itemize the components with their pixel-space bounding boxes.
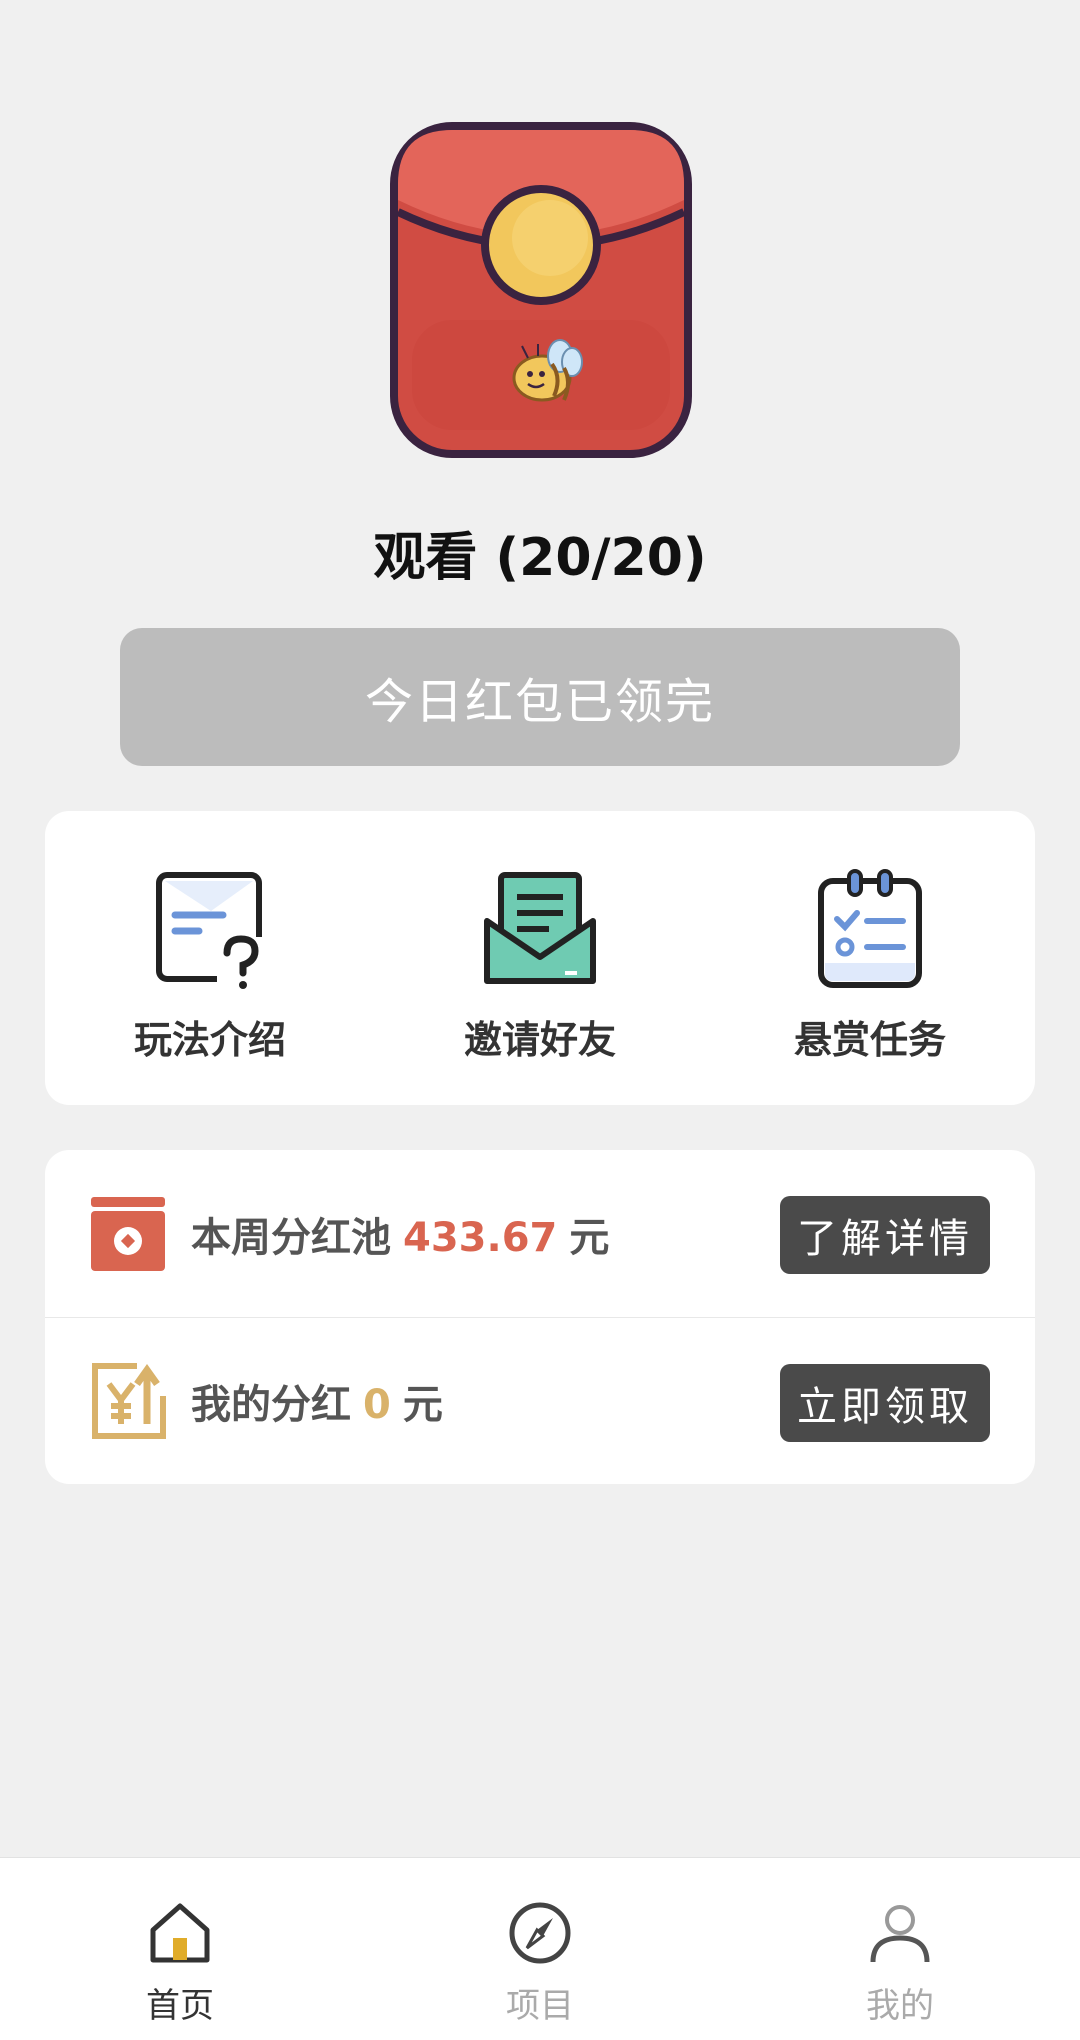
learn-more-button[interactable]: 了解详情	[780, 1196, 990, 1274]
red-envelope-bee-icon	[390, 122, 692, 458]
feature-menu: 玩法介绍 邀请好友 悬赏任务	[45, 811, 1035, 1105]
dividend-pool-row: 本周分红池 433.67 元 了解详情	[45, 1150, 1035, 1317]
claim-red-envelope-button[interactable]: 今日红包已领完	[120, 628, 960, 766]
envelope-invite-icon	[484, 872, 596, 984]
home-icon	[150, 1903, 210, 1963]
task-list-icon	[818, 869, 922, 988]
tab-home[interactable]: 首页	[0, 1858, 360, 2040]
dividend-card: 本周分红池 433.67 元 了解详情 我的分红 0 元 立即领取	[45, 1150, 1035, 1484]
menu-label-reward-tasks: 悬赏任务	[793, 1018, 946, 1062]
home-page: 观看 (20/20) 今日红包已领完 玩法介绍 邀请好友 悬赏任务 本周分红池 …	[0, 0, 1080, 2040]
tab-projects[interactable]: 项目	[360, 1858, 720, 2040]
bottom-tab-bar: 首页 项目 我的	[0, 1857, 1080, 2040]
red-box-icon	[91, 1196, 165, 1271]
my-dividend-amount: 0	[363, 1382, 391, 1428]
menu-item-how-to-play[interactable]: 玩法介绍	[45, 811, 375, 1105]
menu-label-invite-friends: 邀请好友	[463, 1018, 616, 1062]
dividend-pool-amount: 433.67	[403, 1214, 558, 1261]
compass-icon	[509, 1902, 571, 1964]
user-icon	[870, 1905, 930, 1963]
dividend-pool-text: 本周分红池 433.67 元	[191, 1205, 609, 1263]
menu-item-reward-tasks[interactable]: 悬赏任务	[705, 811, 1035, 1105]
tab-label-home: 首页	[146, 1986, 214, 2026]
watch-count-title: 观看 (20/20)	[373, 528, 707, 588]
help-doc-icon	[156, 872, 265, 989]
dividend-pool-label: 本周分红池	[191, 1214, 391, 1261]
dividend-pool-unit: 元	[569, 1214, 610, 1261]
my-dividend-unit: 元	[402, 1382, 443, 1428]
tab-label-mine: 我的	[866, 1986, 934, 2026]
tab-mine[interactable]: 我的	[720, 1858, 1080, 2040]
tab-label-projects: 项目	[506, 1986, 574, 2026]
menu-label-how-to-play: 玩法介绍	[133, 1018, 286, 1062]
menu-item-invite-friends[interactable]: 邀请好友	[375, 811, 705, 1105]
claim-now-button[interactable]: 立即领取	[780, 1364, 990, 1442]
yuan-up-icon	[92, 1363, 166, 1439]
my-dividend-label: 我的分红	[191, 1382, 351, 1428]
my-dividend-row: 我的分红 0 元 立即领取	[45, 1317, 1035, 1484]
my-dividend-text: 我的分红 0 元	[191, 1372, 443, 1430]
